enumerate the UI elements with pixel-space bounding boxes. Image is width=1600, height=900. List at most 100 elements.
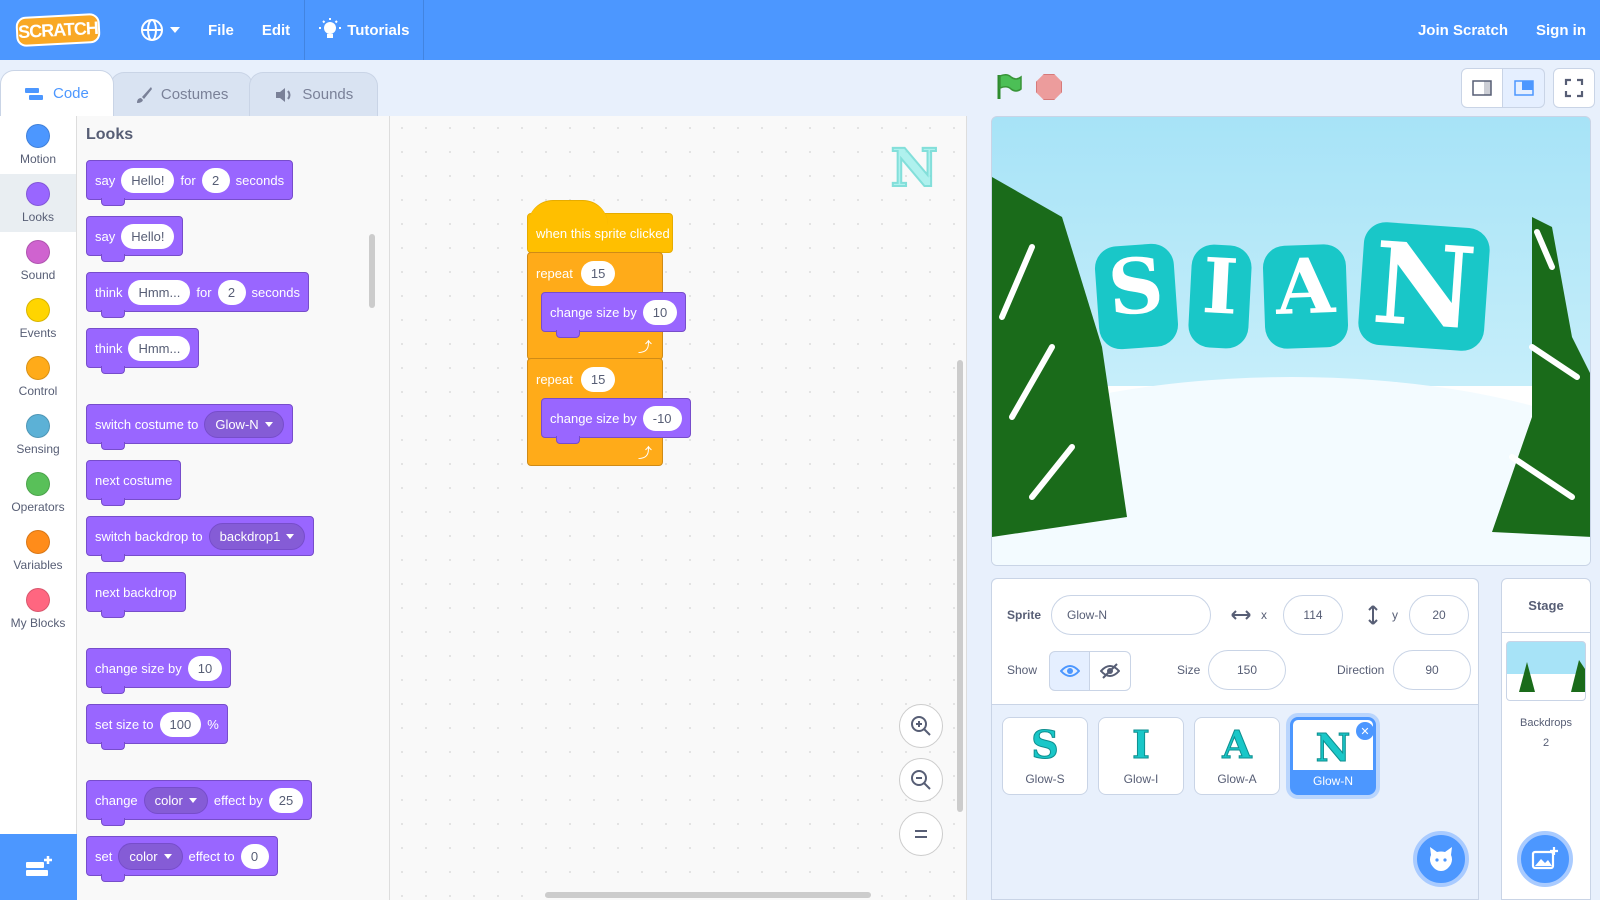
block-text: % <box>207 716 219 732</box>
sprite-thumbnail[interactable]: S Glow-S <box>1002 717 1088 795</box>
block-next-costume[interactable]: next costume <box>86 460 182 506</box>
block-message-input[interactable]: Hello! <box>121 167 175 193</box>
normal-stage-button[interactable] <box>1503 68 1545 108</box>
when-sprite-clicked-block[interactable]: when this sprite clicked <box>527 200 673 253</box>
sprite-info-panel: Sprite Glow-N x 114 y 20 Show Size 150 D… <box>992 579 1478 705</box>
block-switch-backdrop[interactable]: switch backdrop to backdrop1 <box>86 516 315 562</box>
block-number-input[interactable]: 100 <box>159 711 202 737</box>
repeat-count-input[interactable]: 15 <box>580 260 616 286</box>
show-label: Show <box>1007 663 1038 677</box>
motion-dot-icon <box>26 124 50 148</box>
size-input[interactable]: 150 <box>1208 650 1286 690</box>
category-sound[interactable]: Sound <box>0 232 76 290</box>
block-say-for-secs[interactable]: say Hello! for 2 seconds <box>86 160 294 206</box>
sprite-thumbnail[interactable]: I Glow-I <box>1098 717 1184 795</box>
category-looks[interactable]: Looks <box>0 174 76 232</box>
category-sensing[interactable]: Sensing <box>0 406 76 464</box>
block-think-for-secs[interactable]: think Hmm... for 2 seconds <box>86 272 309 318</box>
zoom-in-button[interactable] <box>899 704 943 748</box>
stage-thumbnail[interactable] <box>1506 641 1586 701</box>
small-stage-button[interactable] <box>1461 68 1503 108</box>
edit-menu[interactable]: Edit <box>248 0 304 60</box>
stage-sprite-i[interactable]: I <box>1187 241 1253 350</box>
block-number-input[interactable]: 25 <box>268 787 304 813</box>
block-seconds-input[interactable]: 2 <box>217 279 246 305</box>
language-menu[interactable] <box>126 0 194 60</box>
stop-button[interactable] <box>1036 74 1062 100</box>
stage-selector[interactable]: Stage Backdrops 2 <box>1501 578 1591 900</box>
block-seconds-input[interactable]: 2 <box>201 167 230 193</box>
chevron-down-icon <box>163 853 172 859</box>
zoom-reset-button[interactable] <box>899 812 943 856</box>
x-position-input[interactable]: 114 <box>1283 595 1343 635</box>
tutorials-button[interactable]: Tutorials <box>305 0 423 60</box>
block-message-input[interactable]: Hmm... <box>128 335 191 361</box>
block-text: effect by <box>213 792 263 808</box>
add-extension-button[interactable] <box>0 834 77 900</box>
block-next-backdrop[interactable]: next backdrop <box>86 572 186 618</box>
menu-bar: SCRATCH File Edit Tutorials Join Scratch… <box>0 0 1600 60</box>
costume-dropdown[interactable]: Glow-N <box>204 410 284 438</box>
sprite-name-input[interactable]: Glow-N <box>1051 595 1211 635</box>
stage-canvas[interactable]: S I A N <box>991 116 1591 566</box>
block-number-input[interactable]: 10 <box>187 655 223 681</box>
sprite-thumbnail-selected[interactable]: N Glow-N ✕ <box>1290 717 1376 795</box>
sign-in-button[interactable]: Sign in <box>1522 0 1600 60</box>
stage-sprite-n[interactable]: N <box>1356 218 1492 355</box>
category-operators[interactable]: Operators <box>0 464 76 522</box>
fullscreen-button[interactable] <box>1553 68 1595 108</box>
category-my-blocks[interactable]: My Blocks <box>0 580 76 638</box>
block-text: change size by <box>95 660 182 676</box>
choose-backdrop-button[interactable] <box>1517 831 1573 887</box>
category-variables[interactable]: Variables <box>0 522 76 580</box>
tab-sounds[interactable]: Sounds <box>249 72 379 116</box>
sprite-thumbnail[interactable]: A Glow-A <box>1194 717 1280 795</box>
effect-dropdown[interactable]: color <box>143 786 208 814</box>
category-events[interactable]: Events <box>0 290 76 348</box>
small-stage-icon <box>1472 80 1492 96</box>
script-area[interactable]: N when this sprite clicked repeat 15 ⤴ c… <box>390 116 967 900</box>
y-position-input[interactable]: 20 <box>1409 595 1469 635</box>
block-message-input[interactable]: Hello! <box>121 223 175 249</box>
script-horizontal-scrollbar[interactable] <box>545 892 871 898</box>
paintbrush-icon <box>136 86 152 103</box>
zoom-out-button[interactable] <box>899 758 943 802</box>
block-change-size[interactable]: change size by 10 <box>86 648 232 694</box>
block-number-input[interactable]: 0 <box>240 843 269 869</box>
block-message-input[interactable]: Hmm... <box>128 279 191 305</box>
block-text: when this sprite clicked <box>536 225 670 241</box>
direction-value: 90 <box>1425 663 1439 677</box>
category-motion[interactable]: Motion <box>0 116 76 174</box>
stage-sprite-s[interactable]: S <box>1093 240 1180 351</box>
show-visible-button[interactable] <box>1049 651 1090 691</box>
block-think[interactable]: think Hmm... <box>86 328 200 374</box>
effect-dropdown[interactable]: color <box>118 842 183 870</box>
block-number-input[interactable]: 10 <box>642 299 678 325</box>
block-switch-costume[interactable]: switch costume to Glow-N <box>86 404 293 450</box>
stage-sprite-a[interactable]: A <box>1261 241 1349 350</box>
repeat-count-input[interactable]: 15 <box>580 366 616 392</box>
scratch-logo[interactable]: SCRATCH <box>15 12 101 48</box>
sprite-thumbnail-image: N <box>1315 725 1351 770</box>
choose-sprite-button[interactable] <box>1413 831 1469 887</box>
change-size-block[interactable]: change size by -10 <box>541 398 691 444</box>
change-size-block[interactable]: change size by 10 <box>541 292 687 338</box>
chevron-down-icon <box>286 533 295 539</box>
tab-code[interactable]: Code <box>0 70 114 116</box>
file-menu[interactable]: File <box>194 0 248 60</box>
direction-input[interactable]: 90 <box>1393 650 1471 690</box>
block-say[interactable]: say Hello! <box>86 216 184 262</box>
category-control[interactable]: Control <box>0 348 76 406</box>
block-number-input[interactable]: -10 <box>642 405 682 431</box>
block-set-effect[interactable]: set color effect to 0 <box>86 836 278 882</box>
join-scratch-button[interactable]: Join Scratch <box>1404 0 1522 60</box>
green-flag-button[interactable] <box>995 73 1023 106</box>
show-hidden-button[interactable] <box>1090 651 1131 691</box>
tab-costumes[interactable]: Costumes <box>109 72 254 116</box>
backdrop-dropdown[interactable]: backdrop1 <box>208 522 306 550</box>
script-vertical-scrollbar[interactable] <box>957 360 963 812</box>
block-set-size[interactable]: set size to 100 % <box>86 704 228 750</box>
delete-sprite-icon[interactable]: ✕ <box>1356 722 1374 740</box>
palette-scrollbar[interactable] <box>369 234 375 308</box>
block-change-effect[interactable]: change color effect by 25 <box>86 780 313 826</box>
